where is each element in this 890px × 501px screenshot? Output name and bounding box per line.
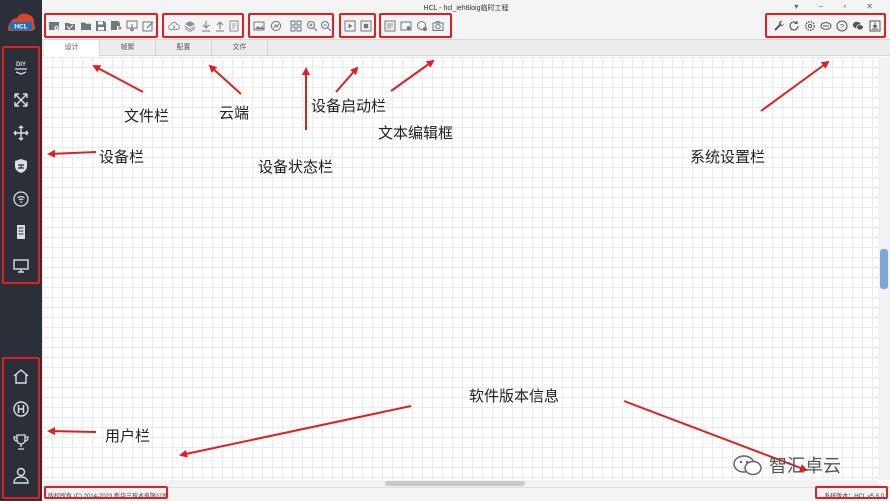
tab-overview[interactable]: 帧聚 [100, 40, 156, 56]
tab-config[interactable]: 配置 [156, 40, 212, 56]
view-tabs: 设计 帧聚 配置 文件 [42, 40, 890, 56]
label-software-version: 软件版本信息 [469, 387, 560, 405]
label-user-bar: 用户栏 [105, 427, 151, 445]
text-edit-highlight [379, 13, 452, 38]
label-cloud: 云端 [219, 104, 250, 122]
tab-files[interactable]: 文件 [212, 40, 268, 56]
device-status-highlight [248, 13, 334, 38]
watermark-text: 智汇卓云 [769, 456, 841, 477]
tab-design[interactable]: 设计 [44, 40, 100, 56]
wechat-watermark-icon [733, 455, 762, 476]
window-controls[interactable]: ▾ – ▫ ✕ [794, 2, 882, 11]
device-bar-highlight [2, 46, 40, 284]
label-file-bar: 文件栏 [124, 107, 170, 125]
cloud-highlight [162, 13, 244, 38]
system-settings-highlight [765, 13, 886, 38]
version-highlight [815, 486, 888, 499]
label-text-edit-box: 文本编辑框 [378, 124, 454, 142]
device-start-highlight [339, 13, 376, 38]
watermark: 智汇卓云 [733, 452, 841, 478]
label-device-status-bar: 设备状态栏 [258, 158, 334, 176]
svg-text:HCL: HCL [14, 24, 27, 31]
vertical-scroll-handle[interactable] [880, 249, 888, 289]
horizontal-scroll-handle[interactable] [385, 481, 525, 486]
vertical-scrollbar[interactable] [878, 57, 890, 480]
copyright-highlight [44, 486, 168, 499]
status-bar: 版权所有 (C) 2014-2023 新华三技术有限公司 系统版本：HCL v5… [42, 487, 890, 501]
user-bar-highlight [2, 357, 40, 499]
label-system-settings-bar: 系统设置栏 [690, 148, 766, 166]
window-title: HCL - hcl_ieh8loig临时工程 [423, 5, 509, 12]
file-bar-highlight [44, 13, 158, 38]
label-device-start-bar: 设备启动栏 [311, 97, 387, 115]
hcl-logo: HCL [5, 10, 37, 34]
label-device-bar: 设备栏 [99, 148, 145, 166]
